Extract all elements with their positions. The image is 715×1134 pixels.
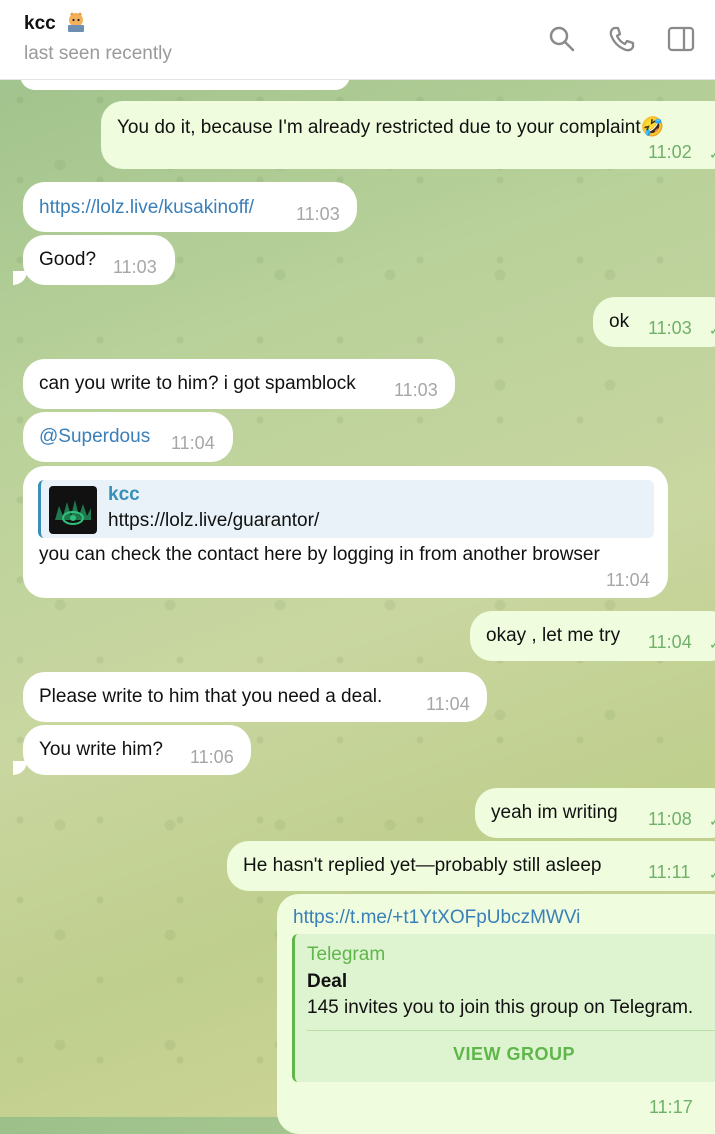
reply-thumbnail-eye-icon: [49, 486, 97, 534]
message-time: 11:03: [113, 257, 157, 277]
message-time: 11:17: [649, 1097, 693, 1117]
preview-divider: [307, 1030, 715, 1031]
link-preview[interactable]: Telegram Deal 145 invites you to join th…: [292, 934, 715, 1082]
message-text: He hasn't replied yet—probably still asl…: [243, 855, 602, 876]
cat-laptop-emoji-icon: [67, 12, 84, 32]
message-time: 11:04: [426, 694, 470, 714]
message-text: okay , let me try: [486, 625, 621, 646]
message-link[interactable]: https://t.me/+t1YtXOFpUbczMWVi: [293, 907, 580, 929]
preview-site-name: Telegram: [307, 944, 386, 965]
message-bubble-incoming[interactable]: can you write to him? i got spamblock 11…: [23, 359, 455, 409]
sidebar-toggle-icon[interactable]: [666, 24, 696, 54]
read-check-icon: ✓: [709, 322, 715, 338]
preview-title: Deal: [307, 971, 348, 992]
read-check-icon: ✓: [709, 636, 715, 652]
message-bubble-outgoing[interactable]: yeah im writing 11:08 ✓: [475, 788, 715, 838]
message-text: yeah im writing: [491, 802, 618, 823]
message-time: 11:02: [648, 142, 692, 162]
message-text: You do it, because I'm already restricte…: [117, 117, 665, 138]
view-group-button[interactable]: VIEW GROUP: [453, 1044, 575, 1065]
reply-quote[interactable]: kcc https://lolz.live/guarantor/: [38, 480, 654, 538]
message-text: Good?: [39, 249, 97, 270]
message-link[interactable]: https://lolz.live/kusakinoff/: [39, 197, 254, 219]
message-bubble-incoming[interactable]: kcc https://lolz.live/guarantor/ you can…: [23, 466, 668, 598]
reply-text: https://lolz.live/guarantor/: [108, 510, 320, 531]
message-time: 11:03: [648, 318, 692, 338]
message-time: 11:04: [606, 570, 650, 590]
message-bubble-incoming[interactable]: https://lolz.live/kusakinoff/ 11:03: [23, 182, 357, 232]
chat-title[interactable]: kcc: [24, 11, 87, 35]
read-check-icon: ✓: [709, 813, 715, 829]
message-bubble-outgoing[interactable]: You do it, because I'm already restricte…: [101, 101, 715, 169]
read-check-icon: ✓: [709, 146, 715, 162]
message-bubble-outgoing[interactable]: https://t.me/+t1YtXOFpUbczMWVi Telegram …: [277, 894, 715, 1134]
message-text: You write him?: [39, 739, 163, 760]
message-bubble-incoming[interactable]: You write him? 11:06: [23, 725, 251, 775]
message-bubble-incoming[interactable]: Please write to him that you need a deal…: [23, 672, 487, 722]
message-time: 11:03: [296, 204, 340, 224]
message-bubble-incoming[interactable]: @Superdous 11:04: [23, 412, 233, 462]
message-bubble-outgoing[interactable]: He hasn't replied yet—probably still asl…: [227, 841, 715, 891]
message-text: ok: [609, 311, 630, 332]
message-bubble-outgoing[interactable]: okay , let me try 11:04 ✓: [470, 611, 715, 661]
message-mention-link[interactable]: @Superdous: [39, 426, 150, 448]
message-time: 11:11: [648, 862, 691, 882]
search-icon[interactable]: [547, 24, 577, 54]
message-text: Please write to him that you need a deal…: [39, 686, 383, 707]
preview-description: 145 invites you to join this group on Te…: [307, 997, 694, 1018]
message-time: 11:04: [648, 632, 692, 652]
message-bubble-outgoing[interactable]: ok 11:03 ✓: [593, 297, 715, 347]
message-time: 11:04: [171, 433, 215, 453]
message-text: you can check the contact here by loggin…: [39, 544, 600, 565]
message-bubble-incoming[interactable]: Good? 11:03: [23, 235, 175, 285]
chat-header: kcc last seen recently: [0, 0, 715, 80]
message-time: 11:08: [648, 809, 692, 829]
read-check-icon: ✓: [709, 866, 715, 882]
message-time: 11:03: [394, 380, 438, 400]
last-seen-status: last seen recently: [24, 43, 172, 64]
reply-author: kcc: [108, 484, 140, 505]
message-time: 11:06: [190, 747, 234, 767]
phone-icon[interactable]: [607, 24, 637, 54]
message-text: can you write to him? i got spamblock: [39, 373, 356, 394]
chat-title-text: kcc: [24, 13, 56, 34]
